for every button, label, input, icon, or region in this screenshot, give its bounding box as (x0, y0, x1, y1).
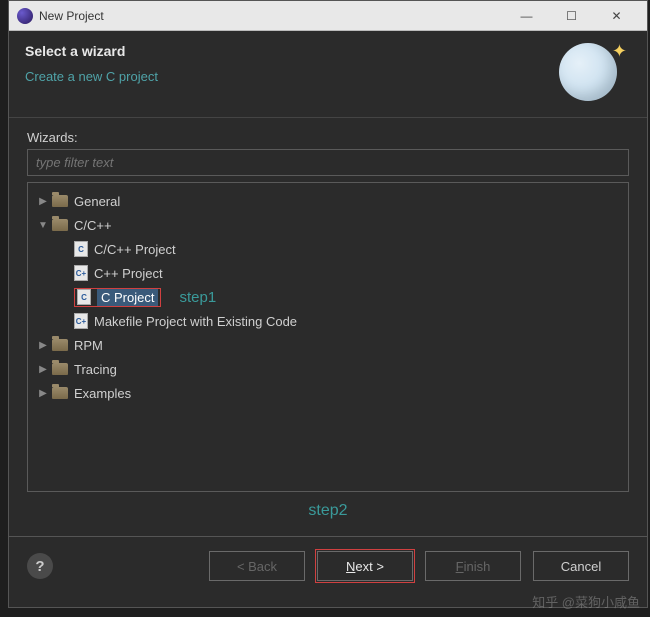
chevron-right-icon: ▶ (36, 196, 50, 207)
tree-item-ccpp-project[interactable]: C C/C++ Project (32, 237, 624, 261)
tree-item-c-project[interactable]: C C Project step1 (32, 285, 624, 309)
tree-item-general[interactable]: ▶ General (32, 189, 624, 213)
cpp-file-icon: C+ (74, 265, 88, 281)
back-button[interactable]: < Back (209, 551, 305, 581)
maximize-button[interactable]: ☐ (549, 2, 594, 30)
window-title: New Project (39, 9, 504, 23)
dialog-header: Select a wizard Create a new C project ✦ (9, 31, 647, 118)
cpp-file-icon: C+ (74, 313, 88, 329)
page-subtitle: Create a new C project (25, 69, 559, 84)
eclipse-app-icon (17, 8, 33, 24)
folder-icon (52, 219, 68, 231)
chevron-down-icon: ▼ (36, 220, 50, 231)
annotation-step2: step2 (27, 502, 629, 520)
c-file-icon: C (74, 241, 88, 257)
folder-icon (52, 387, 68, 399)
folder-icon (52, 339, 68, 351)
minimize-button[interactable]: — (504, 2, 549, 30)
annotation-step1: step1 (179, 289, 216, 306)
tree-item-rpm[interactable]: ▶ RPM (32, 333, 624, 357)
chevron-right-icon: ▶ (36, 364, 50, 375)
watermark: 知乎 @菜狗小咸鱼 (532, 592, 640, 611)
wizards-label: Wizards: (27, 130, 629, 145)
chevron-right-icon: ▶ (36, 388, 50, 399)
filter-input[interactable] (27, 149, 629, 176)
tree-item-tracing[interactable]: ▶ Tracing (32, 357, 624, 381)
help-button[interactable]: ? (27, 553, 53, 579)
page-title: Select a wizard (25, 43, 559, 59)
folder-icon (52, 195, 68, 207)
titlebar: New Project — ☐ ✕ (9, 1, 647, 31)
tree-item-makefile-project[interactable]: C+ Makefile Project with Existing Code (32, 309, 624, 333)
tree-item-ccpp[interactable]: ▼ C/C++ (32, 213, 624, 237)
cancel-button[interactable]: Cancel (533, 551, 629, 581)
close-button[interactable]: ✕ (594, 2, 639, 30)
next-button[interactable]: Next > (317, 551, 413, 581)
finish-button[interactable]: Finish (425, 551, 521, 581)
folder-icon (52, 363, 68, 375)
wizard-icon: ✦ (559, 43, 631, 103)
tree-item-cpp-project[interactable]: C+ C++ Project (32, 261, 624, 285)
c-file-icon: C (77, 289, 91, 305)
wizard-tree[interactable]: ▶ General ▼ C/C++ C C/C++ Project C+ C++… (27, 182, 629, 492)
tree-item-examples[interactable]: ▶ Examples (32, 381, 624, 405)
button-bar: ? < Back Next > Finish Cancel (9, 537, 647, 595)
chevron-right-icon: ▶ (36, 340, 50, 351)
